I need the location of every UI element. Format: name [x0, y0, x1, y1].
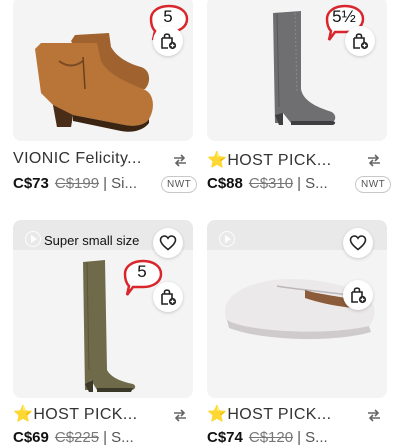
add-to-bundle-button[interactable]: [153, 26, 183, 56]
like-button[interactable]: [153, 228, 183, 258]
listing-title-text: HOST PICK...: [33, 406, 138, 423]
heart-icon: [159, 235, 177, 251]
listing-title-text: HOST PICK...: [227, 152, 332, 169]
shopping-bag-add-icon: [351, 287, 367, 304]
listing-price: C$88: [207, 175, 243, 192]
listing-title[interactable]: VIONIC Felicity...: [13, 150, 163, 168]
like-button[interactable]: [343, 228, 373, 258]
play-video-icon: [25, 231, 41, 247]
price-row: C$74 C$120 | S...: [207, 429, 328, 446]
play-video-icon: [219, 231, 235, 247]
price-row: C$69 C$225 | S...: [13, 429, 134, 446]
condition-badge: NWT: [355, 176, 392, 193]
listing-size: | Si...: [103, 175, 137, 192]
add-to-bundle-button[interactable]: [345, 26, 375, 56]
price-row: C$88 C$310 | S...: [207, 175, 328, 192]
listing-image[interactable]: Super small size 5: [13, 220, 193, 398]
listing-title-text: VIONIC Felicity...: [13, 150, 142, 167]
listing-price: C$74: [207, 429, 243, 446]
add-to-bundle-button[interactable]: [153, 282, 183, 312]
repost-icon[interactable]: [171, 406, 189, 424]
host-pick-star-icon: ⭐: [13, 406, 34, 423]
listing-image[interactable]: 5: [13, 0, 193, 141]
host-pick-star-icon: ⭐: [207, 152, 228, 169]
listing-title[interactable]: ⭐HOST PICK...: [13, 404, 163, 424]
listing-price: C$69: [13, 429, 49, 446]
promo-text: Super small size: [44, 233, 140, 248]
size-bubble-text: 5: [163, 7, 173, 26]
repost-icon[interactable]: [171, 151, 189, 169]
original-price: C$120: [248, 429, 294, 446]
listing-size: | S...: [297, 429, 328, 446]
repost-icon[interactable]: [365, 406, 383, 424]
host-pick-star-icon: ⭐: [207, 406, 228, 423]
condition-badge: NWT: [161, 176, 198, 193]
shopping-bag-add-icon: [161, 289, 177, 306]
shopping-bag-add-icon: [161, 33, 177, 50]
listing-size: | S...: [103, 429, 134, 446]
listing-image[interactable]: [207, 220, 387, 398]
listing-size: | S...: [297, 175, 328, 192]
price-row: C$73 C$199 | Si...: [13, 175, 137, 192]
original-price: C$310: [248, 175, 294, 192]
listing-title-text: HOST PICK...: [227, 406, 332, 423]
shopping-bag-add-icon: [353, 33, 369, 50]
listing-price: C$73: [13, 175, 49, 192]
original-price: C$199: [54, 175, 100, 192]
listing-title[interactable]: ⭐HOST PICK...: [207, 150, 357, 170]
listing-image[interactable]: 5½: [207, 0, 387, 141]
original-price: C$225: [54, 429, 100, 446]
add-to-bundle-button[interactable]: [343, 280, 373, 310]
size-bubble-text: 5: [137, 262, 147, 281]
heart-icon: [349, 235, 367, 251]
size-bubble-text: 5½: [332, 7, 356, 26]
listing-title[interactable]: ⭐HOST PICK...: [207, 404, 357, 424]
repost-icon[interactable]: [365, 151, 383, 169]
